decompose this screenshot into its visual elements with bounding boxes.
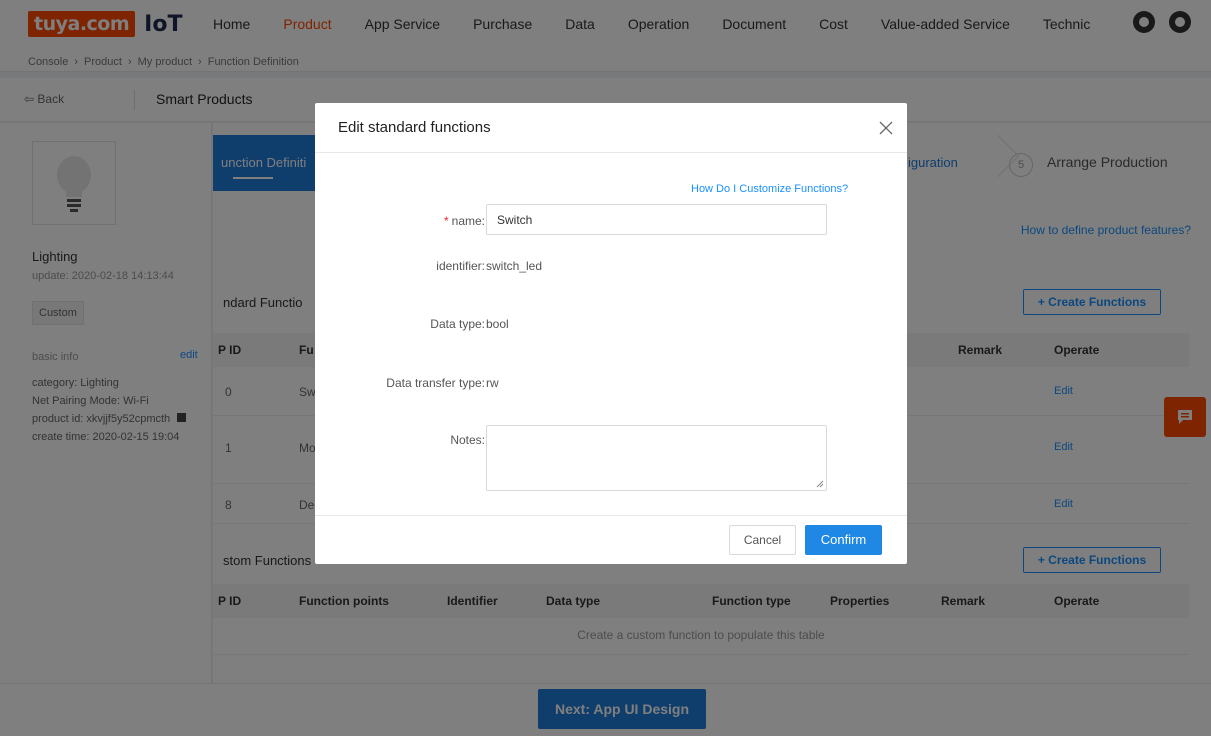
data-transfer-type-value: rw xyxy=(486,376,499,390)
resize-handle-icon[interactable] xyxy=(814,478,824,488)
name-input[interactable] xyxy=(486,204,827,235)
name-label-text: name: xyxy=(451,214,485,228)
dialog-footer: Cancel Confirm xyxy=(315,515,907,564)
data-transfer-type-label: Data transfer type: xyxy=(386,376,485,390)
customize-functions-help-link[interactable]: How Do I Customize Functions? xyxy=(691,183,848,195)
cancel-button[interactable]: Cancel xyxy=(729,525,796,555)
notes-textarea[interactable] xyxy=(486,425,827,491)
edit-standard-functions-dialog: Edit standard functions How Do I Customi… xyxy=(315,103,907,564)
data-type-value: bool xyxy=(486,317,509,331)
notes-label: Notes: xyxy=(450,433,485,447)
identifier-label: identifier: xyxy=(436,259,485,273)
confirm-button[interactable]: Confirm xyxy=(805,525,882,555)
name-field-label: * name: xyxy=(315,214,485,228)
required-asterisk: * xyxy=(443,214,449,228)
identifier-value: switch_led xyxy=(486,259,543,273)
close-icon[interactable] xyxy=(879,121,893,135)
dialog-header: Edit standard functions xyxy=(315,103,907,153)
data-type-label: Data type: xyxy=(430,317,485,331)
dialog-title: Edit standard functions xyxy=(338,119,491,136)
